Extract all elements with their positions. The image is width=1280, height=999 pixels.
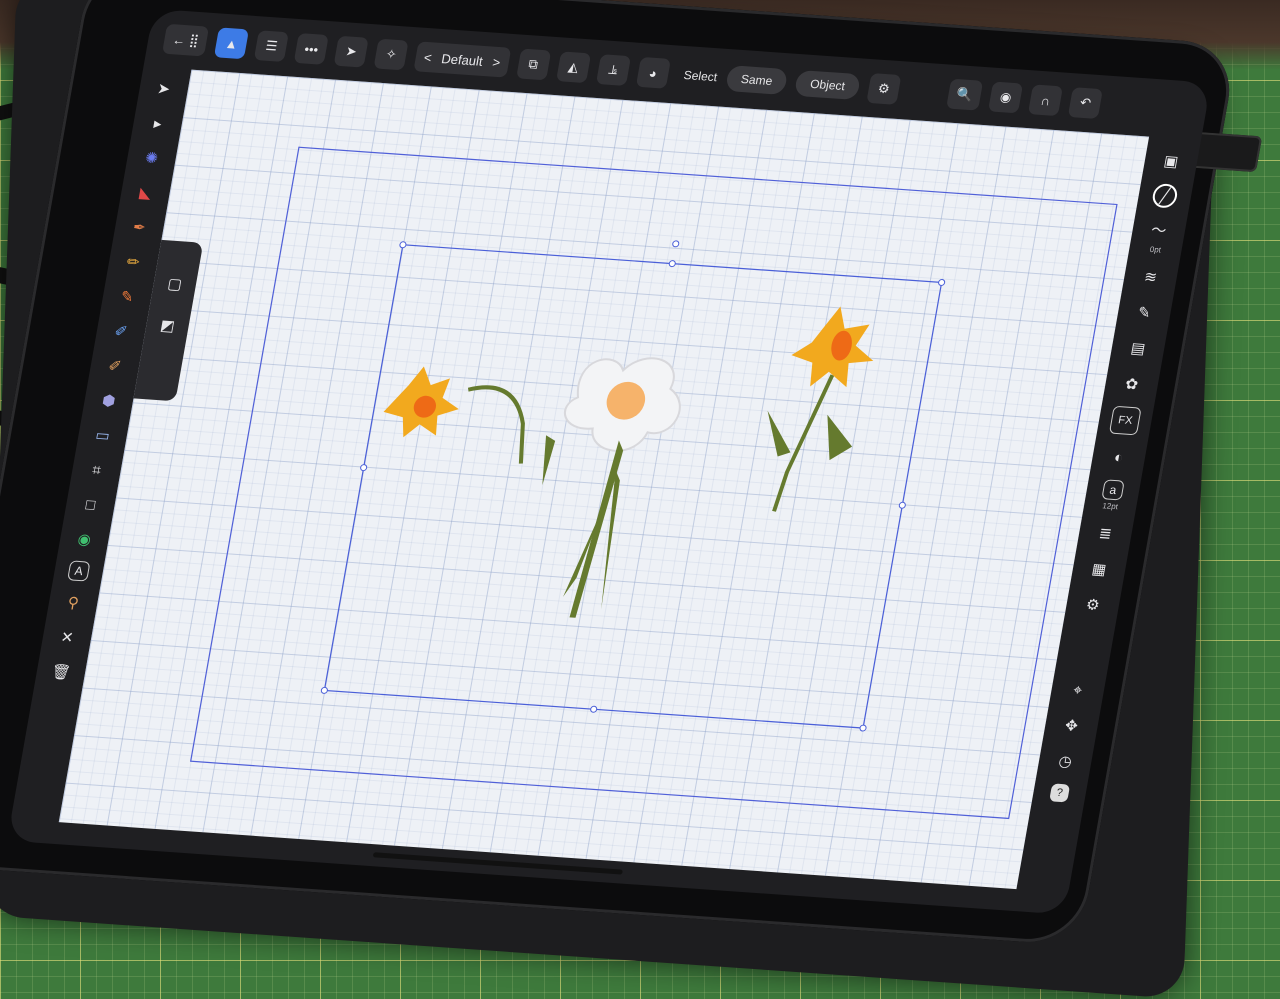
selection-handle[interactable] bbox=[668, 260, 676, 268]
color-wheel-icon[interactable]: ✺ bbox=[136, 144, 166, 172]
selection-handle[interactable] bbox=[590, 705, 598, 713]
eyedropper-tool-icon[interactable]: ⚲ bbox=[58, 589, 88, 617]
trash-icon[interactable]: 🗑 bbox=[46, 658, 76, 686]
selection-handle[interactable] bbox=[360, 464, 368, 472]
selection-handle[interactable] bbox=[898, 501, 906, 509]
more-button[interactable]: ••• bbox=[293, 33, 329, 65]
hamburger-icon: ☰ bbox=[264, 37, 279, 54]
ipad-screen: ← ⣿ ▲ ☰ ••• ➤ ✧ < Default > ⧉ ◭ ⫡ ◕ Sele… bbox=[7, 8, 1212, 915]
eraser-tool-icon[interactable]: ▭ bbox=[87, 422, 117, 450]
history-icon[interactable]: ◷ bbox=[1050, 747, 1080, 775]
shape-builder-icon[interactable]: ⬢ bbox=[94, 387, 124, 415]
selection-handle[interactable] bbox=[320, 686, 328, 694]
preset-prev[interactable]: < bbox=[423, 49, 433, 64]
daffodil-center-white bbox=[563, 357, 681, 618]
pen-tool-icon[interactable]: ✒ bbox=[124, 214, 154, 242]
layers-icon[interactable]: ≋ bbox=[1135, 263, 1165, 291]
crop-tool-icon[interactable]: ⌗ bbox=[81, 456, 111, 484]
select-label: Select bbox=[682, 68, 719, 85]
preset-selector[interactable]: < Default > bbox=[413, 41, 511, 78]
flip-button[interactable]: ◭ bbox=[555, 51, 591, 84]
boolean-icon: ◕ bbox=[647, 65, 659, 81]
selection-box[interactable] bbox=[323, 244, 943, 729]
slice-icon[interactable]: ◩ bbox=[152, 312, 182, 340]
font-size-label: 12pt bbox=[1101, 501, 1119, 512]
preset-next[interactable]: > bbox=[491, 54, 501, 69]
character-icon[interactable]: a bbox=[1101, 479, 1125, 501]
ellipsis-icon: ••• bbox=[303, 41, 320, 57]
menu-button[interactable]: ☰ bbox=[253, 30, 290, 63]
designer-logo-icon: ▲ bbox=[223, 35, 240, 52]
cursor-icon: ➤ bbox=[344, 43, 359, 60]
close-icon[interactable]: ✕ bbox=[52, 624, 82, 652]
search-icon: 🔍 bbox=[955, 86, 975, 103]
zoom-button[interactable]: 🔍 bbox=[946, 78, 984, 111]
stroke-icon[interactable]: 〜 bbox=[1144, 217, 1174, 245]
brushes-icon[interactable]: ✎ bbox=[1129, 299, 1159, 327]
view-mode-button[interactable]: ◉ bbox=[988, 81, 1024, 114]
paint-tool-icon[interactable]: ✐ bbox=[100, 352, 130, 380]
stroke-color-icon[interactable]: ╱ bbox=[1150, 183, 1179, 209]
help-icon[interactable]: ? bbox=[1049, 783, 1071, 803]
select-same-button[interactable]: Same bbox=[724, 65, 789, 96]
document-settings-icon[interactable]: ⚙ bbox=[1078, 591, 1108, 619]
magnet-icon: ∩ bbox=[1039, 92, 1052, 109]
arrange-button[interactable]: ⧉ bbox=[515, 48, 551, 81]
back-arrow-icon: ← bbox=[171, 31, 187, 48]
select-object-button[interactable]: Object bbox=[794, 69, 862, 101]
drawing-canvas[interactable] bbox=[58, 69, 1150, 890]
paragraph-icon[interactable]: ≣ bbox=[1090, 520, 1120, 548]
brush-tool-icon[interactable]: ✐ bbox=[106, 318, 136, 346]
sparkle-icon: ✧ bbox=[384, 46, 399, 62]
swatches-icon[interactable]: ✿ bbox=[1117, 370, 1147, 398]
rectangle-tool-icon[interactable]: □ bbox=[75, 491, 105, 519]
pencil-tool-icon[interactable]: ✏ bbox=[118, 248, 148, 276]
flip-icon: ◭ bbox=[566, 58, 580, 75]
undo-icon: ↶ bbox=[1078, 94, 1093, 111]
assets-icon[interactable]: ▤ bbox=[1123, 335, 1153, 363]
undo-button[interactable]: ↶ bbox=[1067, 87, 1104, 119]
move-tool-icon[interactable]: ➤ bbox=[149, 75, 179, 103]
effects-icon[interactable]: FX bbox=[1108, 405, 1142, 436]
app-persona-button[interactable]: ▲ bbox=[213, 27, 250, 60]
panel-toggle-icon[interactable]: ▣ bbox=[1156, 147, 1186, 175]
align-button[interactable]: ⫡ bbox=[595, 54, 631, 86]
preset-name: Default bbox=[440, 50, 485, 69]
selection-handle[interactable] bbox=[399, 241, 407, 249]
stock-icon[interactable]: ▦ bbox=[1084, 555, 1114, 583]
text-tool-icon[interactable]: A bbox=[67, 560, 91, 582]
color-icon[interactable]: ◐ bbox=[1104, 443, 1134, 471]
selection-handle[interactable] bbox=[859, 724, 867, 732]
align-icon: ⫡ bbox=[607, 61, 619, 78]
rounded-rect-icon[interactable]: ▢ bbox=[160, 270, 190, 298]
grid-icon: ⣿ bbox=[187, 32, 201, 48]
daffodil-right bbox=[767, 306, 874, 512]
artboard-outer-boundary bbox=[189, 146, 1118, 820]
transform-icon[interactable]: ⌖ bbox=[1063, 676, 1093, 704]
rotation-handle[interactable] bbox=[672, 240, 680, 248]
vector-brush-icon[interactable]: ✎ bbox=[112, 283, 142, 311]
navigator-icon[interactable]: ✥ bbox=[1056, 712, 1086, 740]
boolean-button[interactable]: ◕ bbox=[635, 56, 671, 89]
ipad-device: ← ⣿ ▲ ☰ ••• ➤ ✧ < Default > ⧉ ◭ ⫡ ◕ Sele… bbox=[0, 0, 1263, 946]
arrange-icon: ⧉ bbox=[527, 56, 540, 72]
touch-modifier-button[interactable]: ✧ bbox=[373, 38, 409, 71]
node-tool-icon[interactable]: ▸ bbox=[142, 110, 172, 138]
snapping-button[interactable]: ∩ bbox=[1027, 84, 1064, 117]
back-button[interactable]: ← ⣿ bbox=[161, 23, 210, 57]
daffodil-left bbox=[383, 366, 556, 486]
fill-tool-icon[interactable]: ◣ bbox=[130, 179, 160, 207]
eye-icon: ◉ bbox=[998, 89, 1013, 105]
selection-handle[interactable] bbox=[938, 278, 946, 286]
stroke-width-label: 0pt bbox=[1149, 244, 1162, 255]
artwork bbox=[189, 146, 1118, 820]
document-gear-icon: ⚙ bbox=[876, 80, 891, 97]
select-tool-button[interactable]: ➤ bbox=[333, 35, 369, 68]
ellipse-tool-icon[interactable]: ◉ bbox=[69, 526, 99, 554]
document-settings-button[interactable]: ⚙ bbox=[866, 73, 902, 105]
